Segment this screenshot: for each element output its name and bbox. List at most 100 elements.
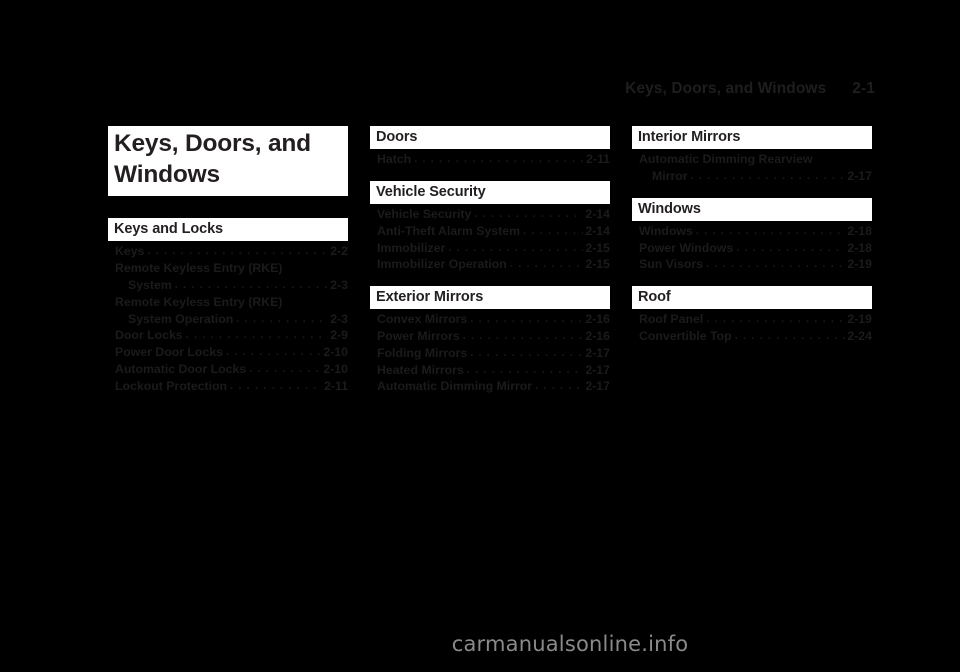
toc-entry-page-number: 2-16 (585, 329, 610, 344)
toc-entry[interactable]: System Operation. . . . . . . . . . . . … (108, 311, 348, 328)
toc-sections-3: Interior Mirrors Automatic Dimming Rearvi… (632, 126, 872, 345)
toc-entry-list: Convex Mirrors. . . . . . . . . . . . . … (370, 309, 610, 395)
toc-section-heading: Doors (370, 126, 610, 150)
toc-entry-list: Roof Panel. . . . . . . . . . . . . . . … (632, 309, 872, 345)
toc-leader-dots: . . . . . . . . . . . . . . . . . . . . … (174, 278, 329, 291)
toc-entry[interactable]: Remote Keyless Entry (RKE). . . . . . . … (108, 260, 348, 277)
toc-entry-label: Remote Keyless Entry (RKE) (115, 294, 283, 309)
toc-entry[interactable]: Automatic Dimming Rearview. . . . . . . … (632, 151, 872, 168)
toc-column-2: Doors Hatch. . . . . . . . . . . . . . . … (370, 126, 610, 397)
toc-entry[interactable]: Lockout Protection. . . . . . . . . . . … (108, 378, 348, 395)
chapter-title: Keys, Doors, and Windows (108, 126, 348, 197)
running-header-page-number: 2-1 (852, 80, 875, 97)
toc-section: Windows Windows. . . . . . . . . . . . . … (632, 197, 872, 273)
toc-leader-dots: . . . . . . . . . . . . . . . . . . . . … (523, 224, 583, 237)
toc-entry-label: Lockout Protection (115, 378, 228, 393)
toc-entry-label: Vehicle Security (377, 207, 472, 222)
toc-entry[interactable]: Keys. . . . . . . . . . . . . . . . . . … (108, 243, 348, 260)
toc-entry-label: Power Door Locks (115, 345, 223, 360)
toc-entry-page-number: 2-14 (585, 223, 610, 238)
toc-entry[interactable]: System. . . . . . . . . . . . . . . . . … (108, 277, 348, 294)
toc-column-3: Interior Mirrors Automatic Dimming Rearvi… (632, 126, 872, 397)
toc-leader-dots: . . . . . . . . . . . . . . . . . . . . … (706, 258, 845, 271)
toc-entry-page-number: 2-15 (585, 240, 610, 255)
toc-entry-label: Keys (115, 244, 145, 259)
toc-entry-label: Power Mirrors (377, 329, 460, 344)
chapter-title-line-2: Windows (114, 160, 220, 188)
toc-leader-dots: . . . . . . . . . . . . . . . . . . . . … (462, 330, 584, 343)
toc-entry[interactable]: Automatic Dimming Mirror. . . . . . . . … (370, 378, 610, 395)
toc-leader-dots: . . . . . . . . . . . . . . . . . . . . … (225, 346, 322, 359)
toc-entry-page-number: 2-10 (323, 361, 348, 376)
toc-entry-list: Vehicle Security. . . . . . . . . . . . … (370, 204, 610, 273)
toc-entry[interactable]: Hatch. . . . . . . . . . . . . . . . . .… (370, 151, 610, 168)
toc-entry-label: Remote Keyless Entry (RKE) (115, 261, 283, 276)
running-header-title: Keys, Doors, and Windows (625, 80, 827, 97)
toc-entry-label: Automatic Dimming Mirror (377, 379, 533, 394)
toc-entry-page-number: 2-15 (585, 257, 610, 272)
toc-entry-page-number: 2-18 (847, 240, 872, 255)
toc-entry[interactable]: Remote Keyless Entry (RKE). . . . . . . … (108, 294, 348, 311)
toc-entry[interactable]: Roof Panel. . . . . . . . . . . . . . . … (632, 311, 872, 328)
toc-entry-page-number: 2-17 (847, 168, 872, 183)
toc-entry-page-number: 2-11 (324, 378, 348, 393)
toc-entry-page-number: 2-3 (330, 277, 348, 292)
toc-section-heading: Exterior Mirrors (370, 286, 610, 310)
toc-leader-dots: . . . . . . . . . . . . . . . . . . . . … (414, 153, 584, 166)
toc-entry[interactable]: Power Windows. . . . . . . . . . . . . .… (632, 240, 872, 257)
toc-leader-dots: . . . . . . . . . . . . . . . . . . . . … (470, 313, 583, 326)
toc-entry-page-number: 2-17 (585, 362, 610, 377)
toc-entry[interactable]: Immobilizer Operation. . . . . . . . . .… (370, 256, 610, 273)
toc-entry[interactable]: Windows. . . . . . . . . . . . . . . . .… (632, 223, 872, 240)
toc-leader-dots: . . . . . . . . . . . . . . . . . . . . … (690, 169, 846, 182)
toc-entry-label: Immobilizer (377, 240, 446, 255)
toc-entry-page-number: 2-10 (323, 345, 348, 360)
toc-leader-dots: . . . . . . . . . . . . . . . . . . . . … (249, 362, 321, 375)
toc-entry[interactable]: Immobilizer. . . . . . . . . . . . . . .… (370, 240, 610, 257)
toc-leader-dots: . . . . . . . . . . . . . . . . . . . . … (736, 241, 845, 254)
toc-section: Exterior Mirrors Convex Mirrors. . . . . … (370, 286, 610, 395)
toc-entry[interactable]: Automatic Door Locks. . . . . . . . . . … (108, 361, 348, 378)
toc-entry-list: Windows. . . . . . . . . . . . . . . . .… (632, 221, 872, 273)
toc-entry[interactable]: Door Locks. . . . . . . . . . . . . . . … (108, 327, 348, 344)
toc-entry[interactable]: Anti-Theft Alarm System. . . . . . . . .… (370, 223, 610, 240)
toc-entry[interactable]: Convex Mirrors. . . . . . . . . . . . . … (370, 311, 610, 328)
toc-section: Roof Roof Panel. . . . . . . . . . . . . … (632, 286, 872, 345)
toc-entry-page-number: 2-2 (330, 244, 348, 259)
toc-entry-page-number: 2-24 (847, 329, 872, 344)
toc-entry[interactable]: Convertible Top. . . . . . . . . . . . .… (632, 328, 872, 345)
toc-entry-label: Windows (639, 223, 693, 238)
toc-section: Interior Mirrors Automatic Dimming Rearvi… (632, 126, 872, 185)
toc-entry[interactable]: Mirror. . . . . . . . . . . . . . . . . … (632, 168, 872, 185)
toc-leader-dots: . . . . . . . . . . . . . . . . . . . . … (706, 313, 845, 326)
toc-section-heading: Keys and Locks (108, 218, 348, 242)
toc-entry-page-number: 2-11 (586, 152, 610, 167)
toc-section-heading: Windows (632, 197, 872, 221)
toc-column-1: Keys, Doors, and Windows Keys and Locks K… (108, 126, 348, 397)
toc-entry-label: Door Locks (115, 328, 183, 343)
toc-leader-dots: . . . . . . . . . . . . . . . . . . . . … (185, 329, 329, 342)
toc-sections-1: Keys and Locks Keys. . . . . . . . . . . … (108, 218, 348, 394)
toc-entry-label: Heated Mirrors (377, 362, 464, 377)
toc-entry-list: Automatic Dimming Rearview . . . . . . . … (632, 149, 872, 185)
toc-entry[interactable]: Sun Visors. . . . . . . . . . . . . . . … (632, 256, 872, 273)
toc-entry-label: Mirror (652, 168, 688, 183)
toc-entry[interactable]: Vehicle Security. . . . . . . . . . . . … (370, 206, 610, 223)
toc-leader-dots: . . . . . . . . . . . . . . . . . . . . … (147, 245, 328, 258)
toc-entry-list: Keys. . . . . . . . . . . . . . . . . . … (108, 241, 348, 394)
toc-leader-dots: . . . . . . . . . . . . . . . . . . . . … (474, 208, 583, 221)
toc-entry-label: Folding Mirrors (377, 345, 468, 360)
toc-entry[interactable]: Folding Mirrors. . . . . . . . . . . . .… (370, 345, 610, 362)
toc-entry[interactable]: Power Door Locks. . . . . . . . . . . . … (108, 344, 348, 361)
toc-section-heading: Vehicle Security (370, 180, 610, 205)
toc-leader-dots: . . . . . . . . . . . . . . . . . . . . … (695, 224, 846, 237)
toc-leader-dots: . . . . . . . . . . . . . . . . . . . . … (230, 379, 322, 392)
toc-entry[interactable]: Power Mirrors. . . . . . . . . . . . . .… (370, 328, 610, 345)
toc-entry-page-number: 2-3 (330, 311, 348, 326)
toc-entry[interactable]: Heated Mirrors. . . . . . . . . . . . . … (370, 362, 610, 379)
toc-leader-dots: . . . . . . . . . . . . . . . . . . . . … (448, 241, 583, 254)
toc-leader-dots: . . . . . . . . . . . . . . . . . . . . … (535, 380, 583, 393)
toc-entry-page-number: 2-19 (847, 257, 872, 272)
toc-section: Doors Hatch. . . . . . . . . . . . . . . … (370, 126, 610, 168)
toc-section: Keys and Locks Keys. . . . . . . . . . . … (108, 218, 348, 394)
